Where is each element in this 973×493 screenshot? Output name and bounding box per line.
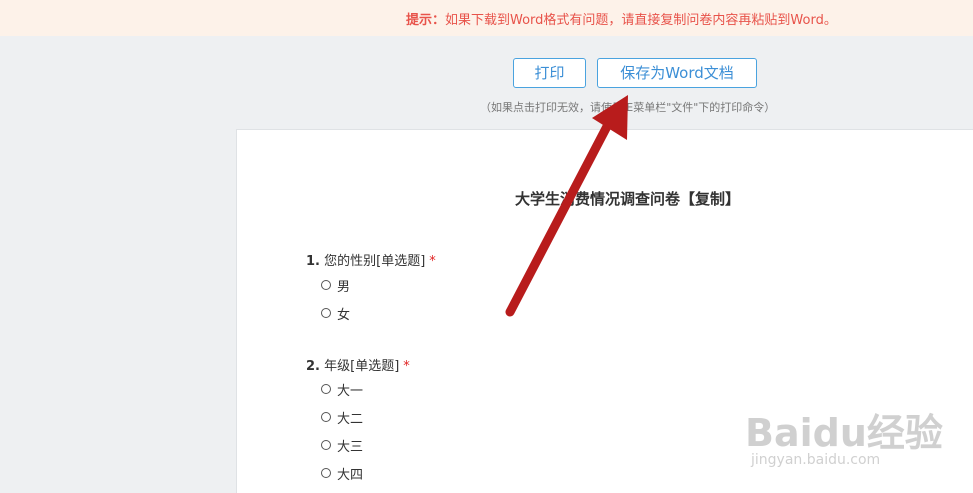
option-label: 男: [337, 280, 351, 295]
radio-icon[interactable]: [321, 440, 331, 450]
option-label: 女: [337, 308, 351, 323]
baidu-watermark: Baidu经验 jingyan.baidu.com: [745, 402, 970, 482]
option-label: 大三: [337, 440, 364, 455]
watermark-url: jingyan.baidu.com: [751, 452, 881, 468]
print-button[interactable]: 打印: [513, 58, 586, 88]
radio-icon[interactable]: [321, 468, 331, 478]
required-mark: *: [403, 359, 410, 374]
print-hint: （如果点击打印无效，请使用IE菜单栏"文件"下的打印命令）: [480, 101, 776, 114]
question-1-title: 1. 您的性别[单选题] *: [306, 250, 436, 269]
radio-icon[interactable]: [321, 308, 331, 318]
question-number: 1.: [306, 254, 320, 269]
option-junior[interactable]: 大三: [321, 436, 363, 455]
question-number: 2.: [306, 359, 320, 374]
required-mark: *: [429, 254, 436, 269]
question-2-title: 2. 年级[单选题] *: [306, 355, 410, 374]
survey-title: 大学生消费情况调查问卷【复制】: [515, 190, 741, 208]
option-sophomore[interactable]: 大二: [321, 408, 363, 427]
option-label: 大一: [337, 384, 364, 399]
option-label: 大二: [337, 412, 364, 427]
radio-icon[interactable]: [321, 280, 331, 290]
tip-message: 提示：如果下载到Word格式有问题，请直接复制问卷内容再粘贴到Word。: [406, 9, 837, 28]
option-female[interactable]: 女: [321, 304, 350, 323]
option-senior[interactable]: 大四: [321, 464, 363, 483]
save-as-word-button[interactable]: 保存为Word文档: [597, 58, 757, 88]
radio-icon[interactable]: [321, 412, 331, 422]
question-text: 年级[单选题]: [324, 359, 400, 374]
baidu-logo: Baidu经验: [745, 411, 943, 455]
option-male[interactable]: 男: [321, 276, 350, 295]
tip-bar: 提示：如果下载到Word格式有问题，请直接复制问卷内容再粘贴到Word。: [0, 0, 973, 36]
option-freshman[interactable]: 大一: [321, 380, 363, 399]
radio-icon[interactable]: [321, 384, 331, 394]
tip-text: 如果下载到Word格式有问题，请直接复制问卷内容再粘贴到Word。: [445, 13, 837, 28]
tip-label: 提示：: [406, 13, 446, 28]
question-text: 您的性别[单选题]: [324, 254, 426, 269]
option-label: 大四: [337, 468, 364, 483]
